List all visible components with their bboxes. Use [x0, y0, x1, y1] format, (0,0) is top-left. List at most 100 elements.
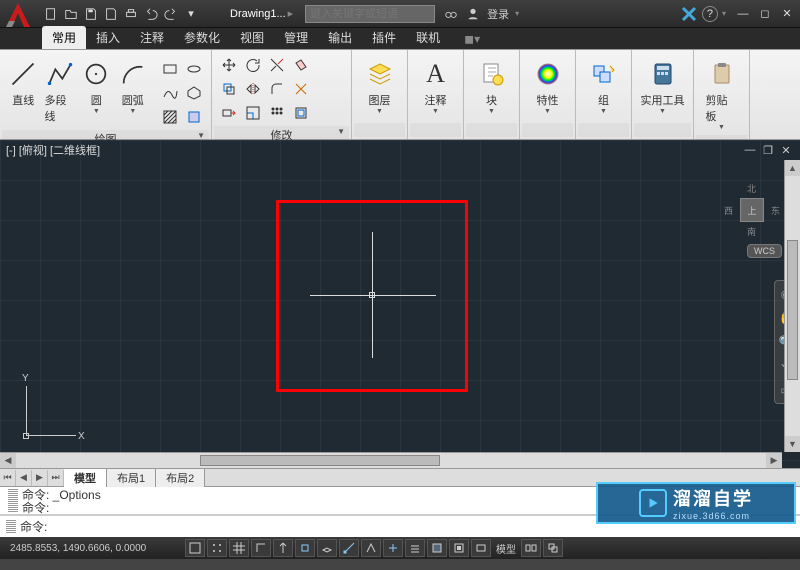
- redo-icon[interactable]: [162, 5, 180, 23]
- hatch-icon[interactable]: [159, 106, 181, 128]
- close-button[interactable]: ✕: [778, 5, 796, 23]
- arc-button[interactable]: 圆弧▼: [116, 54, 151, 117]
- vertical-scrollbar[interactable]: ▲▼: [784, 160, 800, 452]
- minimize-button[interactable]: —: [734, 5, 752, 23]
- status-grid-icon[interactable]: [229, 539, 249, 557]
- command-grip-icon[interactable]: [8, 489, 18, 512]
- open-icon[interactable]: [62, 5, 80, 23]
- erase-icon[interactable]: [290, 54, 312, 76]
- block-button[interactable]: 块▼: [474, 54, 510, 117]
- array-icon[interactable]: [266, 102, 288, 124]
- layout-tab-model[interactable]: 模型: [64, 469, 107, 487]
- status-otrack-icon[interactable]: [339, 539, 359, 557]
- tab-common[interactable]: 常用: [42, 26, 86, 49]
- properties-button[interactable]: 特性▼: [530, 54, 566, 117]
- spline-icon[interactable]: [159, 82, 181, 104]
- command-prompt: 命令:: [20, 518, 47, 535]
- command-grip-icon[interactable]: [6, 520, 16, 534]
- maximize-button[interactable]: ◻: [756, 5, 774, 23]
- tab-annotate[interactable]: 注释: [130, 26, 174, 49]
- clipboard-button[interactable]: 剪贴板▼: [704, 54, 740, 133]
- viewport-restore-icon[interactable]: ❐: [760, 142, 776, 158]
- exchange-icon[interactable]: [680, 5, 698, 23]
- status-snap-icon[interactable]: [207, 539, 227, 557]
- status-drawing-quickview-icon[interactable]: [543, 539, 563, 557]
- explode-icon[interactable]: [290, 78, 312, 100]
- watermark-play-icon: [639, 489, 667, 517]
- utilities-button[interactable]: 实用工具▼: [639, 54, 687, 117]
- group-button[interactable]: 组▼: [586, 54, 622, 117]
- viewport-close-icon[interactable]: ✕: [778, 142, 794, 158]
- saveas-icon[interactable]: [102, 5, 120, 23]
- polyline-button[interactable]: 多段线: [43, 54, 78, 126]
- polygon-icon[interactable]: [183, 82, 205, 104]
- status-polar-icon[interactable]: [273, 539, 293, 557]
- copy-icon[interactable]: [218, 78, 240, 100]
- drawing-canvas[interactable]: Y X: [0, 140, 800, 468]
- rotate-icon[interactable]: [242, 54, 264, 76]
- status-infer-icon[interactable]: [185, 539, 205, 557]
- status-qp-icon[interactable]: [449, 539, 469, 557]
- qat-dropdown-icon[interactable]: ▾: [182, 5, 200, 23]
- layout-tab-layout2[interactable]: 布局2: [156, 469, 205, 487]
- viewport-minimize-icon[interactable]: —: [742, 142, 758, 158]
- panel-annotation: A注释▼: [408, 50, 464, 139]
- coordinates-display[interactable]: 2485.8553, 1490.6606, 0.0000: [4, 543, 184, 554]
- help-icon[interactable]: ?: [702, 6, 718, 22]
- line-button[interactable]: 直线: [6, 54, 41, 110]
- status-lwt-icon[interactable]: [405, 539, 425, 557]
- login-label[interactable]: 登录: [487, 6, 509, 22]
- offset-icon[interactable]: [290, 102, 312, 124]
- rectangle-icon[interactable]: [159, 58, 181, 80]
- status-tpy-icon[interactable]: [427, 539, 447, 557]
- mirror-icon[interactable]: [242, 78, 264, 100]
- layout-next-icon[interactable]: ▶: [32, 470, 48, 486]
- tab-online[interactable]: 联机: [406, 26, 450, 49]
- scale-icon[interactable]: [242, 102, 264, 124]
- tab-output[interactable]: 输出: [318, 26, 362, 49]
- layers-button[interactable]: 图层▼: [362, 54, 398, 117]
- layout-last-icon[interactable]: ⏭: [48, 470, 64, 486]
- tab-expand-icon[interactable]: ◼▾: [454, 29, 490, 49]
- horizontal-scrollbar[interactable]: ◀▶: [0, 452, 782, 468]
- viewport-controls[interactable]: [-] [俯视] [二维线框]: [6, 142, 100, 158]
- status-sc-icon[interactable]: [471, 539, 491, 557]
- app-icon[interactable]: [2, 0, 34, 31]
- tab-parametric[interactable]: 参数化: [174, 26, 230, 49]
- user-icon[interactable]: [465, 6, 481, 22]
- ellipse-icon[interactable]: [183, 58, 205, 80]
- viewcube-top[interactable]: 上: [740, 198, 764, 222]
- region-icon[interactable]: [183, 106, 205, 128]
- tab-plugins[interactable]: 插件: [362, 26, 406, 49]
- search-input[interactable]: [305, 5, 435, 23]
- layout-tab-layout1[interactable]: 布局1: [107, 469, 156, 487]
- cmd-history-line: 命令:: [22, 502, 101, 515]
- panel-block-title: [466, 123, 517, 137]
- print-icon[interactable]: [122, 5, 140, 23]
- circle-button[interactable]: 圆▼: [79, 54, 114, 117]
- status-ortho-icon[interactable]: [251, 539, 271, 557]
- stretch-icon[interactable]: [218, 102, 240, 124]
- binocular-icon[interactable]: [443, 6, 459, 22]
- tab-insert[interactable]: 插入: [86, 26, 130, 49]
- trim-icon[interactable]: [266, 54, 288, 76]
- status-model-label[interactable]: 模型: [492, 541, 520, 556]
- status-layout-quickview-icon[interactable]: [521, 539, 541, 557]
- fillet-icon[interactable]: [266, 78, 288, 100]
- layout-prev-icon[interactable]: ◀: [16, 470, 32, 486]
- layout-first-icon[interactable]: ⏮: [0, 470, 16, 486]
- status-dyn-icon[interactable]: [383, 539, 403, 557]
- move-icon[interactable]: [218, 54, 240, 76]
- wcs-badge[interactable]: WCS: [747, 244, 782, 258]
- status-3dosnap-icon[interactable]: [317, 539, 337, 557]
- undo-icon[interactable]: [142, 5, 160, 23]
- save-icon[interactable]: [82, 5, 100, 23]
- new-icon[interactable]: [42, 5, 60, 23]
- status-osnap-icon[interactable]: [295, 539, 315, 557]
- viewcube[interactable]: 上 北 南 东 西: [722, 180, 782, 240]
- status-ducs-icon[interactable]: [361, 539, 381, 557]
- tab-manage[interactable]: 管理: [274, 26, 318, 49]
- panel-util-title: [634, 123, 691, 137]
- annotation-button[interactable]: A注释▼: [418, 54, 454, 117]
- tab-view[interactable]: 视图: [230, 26, 274, 49]
